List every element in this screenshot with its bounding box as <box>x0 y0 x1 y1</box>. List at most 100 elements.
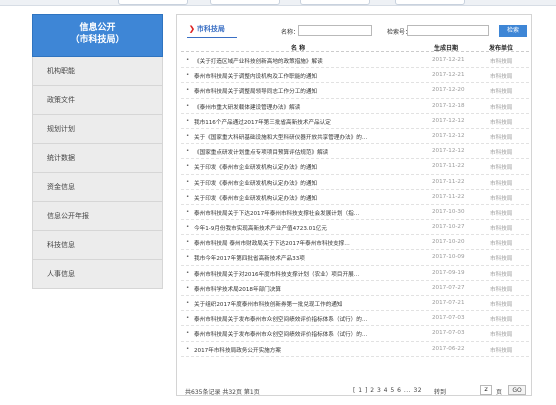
list-item-date: 2017-07-03 <box>432 330 465 337</box>
bullet-icon: • <box>186 330 190 337</box>
list-item: • 关于《国家重大科研基础设施和大型科研仪器开放共享管理办法》的… 2017-12-… <box>181 129 529 145</box>
list-item: • 《关于打造区域产业科技创新高地的政策措施》解读 2017-12-21 市科技局 <box>181 53 529 69</box>
list-item-title[interactable]: 关于组织2017年度泰州市科技创新券第一批兑现工作的通知 <box>194 300 429 308</box>
bullet-icon: • <box>186 72 190 79</box>
sidebar-item[interactable]: 统计数据 <box>32 144 163 173</box>
content-panel: ❯ 市科技局 名称： 检索号： 检索 名 称 生成日期 发布单位 • 《关于打造区域… <box>176 14 532 396</box>
list-item: • 《国家重点研发计划重点专项项目预算评估规范》解读 2017-12-12 市科技局 <box>181 144 529 160</box>
list-item-title[interactable]: 我市今年2017年第四批省高新技术产品33项 <box>194 254 429 262</box>
list-item-title[interactable]: 2017年市科技局政务公开实施方案 <box>194 346 429 354</box>
sidebar-item[interactable]: 科技信息 <box>32 231 163 260</box>
bullet-icon: • <box>186 224 190 231</box>
list-item-unit: 市科技局 <box>490 89 513 96</box>
sidebar-menu: 机构职能 政策文件 规划计划 统计数据 资金信息 信息公开年报 科技信息 人事信息 <box>32 57 163 289</box>
list-item-title[interactable]: 《国家重点研发计划重点专项项目预算评估规范》解读 <box>194 148 429 156</box>
list-item-title[interactable]: 泰州市科技局关于发布泰州市众创空间绩效评价指标体系（试行）的… <box>194 330 429 338</box>
list-item-unit: 市科技局 <box>490 241 513 248</box>
list-item: • 泰州市科学技术局2018年部门决算 2017-07-27 市科技局 <box>181 281 529 296</box>
index-input[interactable] <box>407 25 489 36</box>
list-item-date: 2017-07-03 <box>432 315 465 322</box>
list-item: • 泰州市科技局关于发布泰州市众创空间绩效评价指标体系（试行）的… 2017-07-… <box>181 326 529 342</box>
sidebar-item[interactable]: 人事信息 <box>32 260 163 289</box>
bullet-icon: • <box>186 102 190 109</box>
list-item-unit: 市科技局 <box>490 317 513 324</box>
sidebar-item[interactable]: 机构职能 <box>32 57 163 86</box>
list-item-unit: 市科技局 <box>490 74 513 81</box>
list-item-date: 2017-10-09 <box>432 254 465 261</box>
list-item-date: 2017-11-22 <box>432 163 465 170</box>
top-tab[interactable] <box>210 0 280 5</box>
list-item-title[interactable]: 泰州市科技局关于下达2017年泰州市科技支撑社会发展计划（指… <box>194 209 429 217</box>
list-item-unit: 市科技局 <box>490 104 513 111</box>
list-item-unit: 市科技局 <box>490 195 513 202</box>
top-tab[interactable] <box>395 0 465 5</box>
list-item: • 泰州市科技局关于对2016年度市科技支撑计划（农业）项目开展… 2017-09-… <box>181 266 529 281</box>
list-item-title[interactable]: 泰州市科学技术局2018年部门决算 <box>194 285 429 293</box>
bullet-icon: • <box>186 132 190 139</box>
bullet-icon: • <box>186 148 190 155</box>
sidebar-item[interactable]: 规划计划 <box>32 115 163 144</box>
sidebar-item[interactable]: 信息公开年报 <box>32 202 163 231</box>
page-number-input[interactable] <box>480 385 492 395</box>
record-stats: 共635条记录 共32页 第1页 <box>185 389 260 396</box>
table-header: 名 称 生成日期 发布单位 <box>181 42 529 52</box>
top-strip <box>0 0 556 6</box>
bullet-icon: • <box>186 254 190 261</box>
list-item-date: 2017-09-19 <box>432 269 465 276</box>
list-item-date: 2017-12-12 <box>432 132 465 139</box>
bullet-icon: • <box>186 345 190 352</box>
list-item-title[interactable]: 泰州市科技局关于调整局领导同志工作分工的通知 <box>194 87 429 95</box>
list-item-unit: 市科技局 <box>490 180 513 187</box>
list-item-date: 2017-12-20 <box>432 87 465 94</box>
list-item-date: 2017-06-22 <box>432 345 465 352</box>
list-item-unit: 市科技局 <box>490 210 513 217</box>
bullet-icon: • <box>186 208 190 215</box>
list-item-unit: 市科技局 <box>490 134 513 141</box>
list-item: • 今年1-9月份我市实现高新技术产业产值4723.01亿元 2017-10-27 市… <box>181 220 529 236</box>
list-item-date: 2017-12-21 <box>432 72 465 79</box>
sidebar-subtitle: （市科技局） <box>70 34 125 44</box>
list-item-unit: 市科技局 <box>490 347 513 354</box>
list-item-date: 2017-07-21 <box>432 300 465 306</box>
list-item-title[interactable]: 关于印发《泰州市企业研发机构认定办法》的通知 <box>194 163 429 171</box>
go-button[interactable]: GO <box>508 385 526 395</box>
list-item-unit: 市科技局 <box>490 332 513 339</box>
sidebar-item[interactable]: 资金信息 <box>32 173 163 202</box>
search-button[interactable]: 检索 <box>499 25 527 37</box>
list-item-title[interactable]: 我市116个产品通过2017年第三批省高新技术产品认定 <box>194 118 429 126</box>
name-label: 名称： <box>281 29 300 36</box>
list-item-unit: 市科技局 <box>490 150 513 157</box>
list-item-title[interactable]: 关于《国家重大科研基础设施和大型科研仪器开放共享管理办法》的… <box>194 133 429 141</box>
list-item-unit: 市科技局 <box>490 119 513 126</box>
list-item-title[interactable]: 关于印发《泰州市企业研发机构认定办法》的通知 <box>194 194 429 202</box>
search-toolbar: ❯ 市科技局 名称： 检索号： 检索 <box>177 15 531 39</box>
list-item-title[interactable]: 关于印发《泰州市企业研发机构认定办法》的通知 <box>194 179 429 187</box>
breadcrumb-label: 市科技局 <box>196 26 225 33</box>
list-item-title[interactable]: 泰州市科技局关于发布泰州市众创空间绩效评价指标体系（试行）的… <box>194 315 429 323</box>
page-links[interactable]: [ 1 ] 2 3 4 5 6 ... 32 <box>353 387 422 394</box>
list-item-unit: 市科技局 <box>490 226 513 233</box>
top-tab[interactable] <box>300 0 370 5</box>
list-item: • 泰州市科技局关于下达2017年泰州市科技支撑社会发展计划（指… 2017-10-… <box>181 205 529 221</box>
column-header-name: 名 称 <box>291 45 306 52</box>
sidebar-title: 信息公开 <box>79 22 116 32</box>
list-item-date: 2017-11-22 <box>432 193 465 200</box>
bullet-icon: • <box>186 239 190 246</box>
bullet-icon: • <box>186 117 190 124</box>
list-item-unit: 市科技局 <box>490 59 513 65</box>
top-tab[interactable] <box>118 0 188 5</box>
list-item-title[interactable]: 泰州市科技局关于对2016年度市科技支撑计划（农业）项目开展… <box>194 270 429 278</box>
list-item-unit: 市科技局 <box>490 302 513 308</box>
goto-label: 转到 <box>434 389 447 396</box>
bullet-icon: • <box>186 87 190 94</box>
list-item-title[interactable]: 泰州市科技局 泰州市财政局关于下达2017年泰州市科技支撑… <box>194 239 429 247</box>
list-item-title[interactable]: 泰州市科技局关于调整内设机构及工作职能的通知 <box>194 72 429 80</box>
list-item: • 2017年市科技局政务公开实施方案 2017-06-22 市科技局 <box>181 342 529 357</box>
list-item-date: 2017-11-22 <box>432 178 465 185</box>
breadcrumb[interactable]: ❯ 市科技局 <box>189 24 225 34</box>
name-input[interactable] <box>298 25 372 36</box>
list-item-title[interactable]: 《关于打造区域产业科技创新高地的政策措施》解读 <box>194 57 429 65</box>
list-item-title[interactable]: 《泰州市重大研发载体建设管理办法》解读 <box>194 103 429 111</box>
list-item-title[interactable]: 今年1-9月份我市实现高新技术产业产值4723.01亿元 <box>194 224 429 232</box>
sidebar-item[interactable]: 政策文件 <box>32 86 163 115</box>
